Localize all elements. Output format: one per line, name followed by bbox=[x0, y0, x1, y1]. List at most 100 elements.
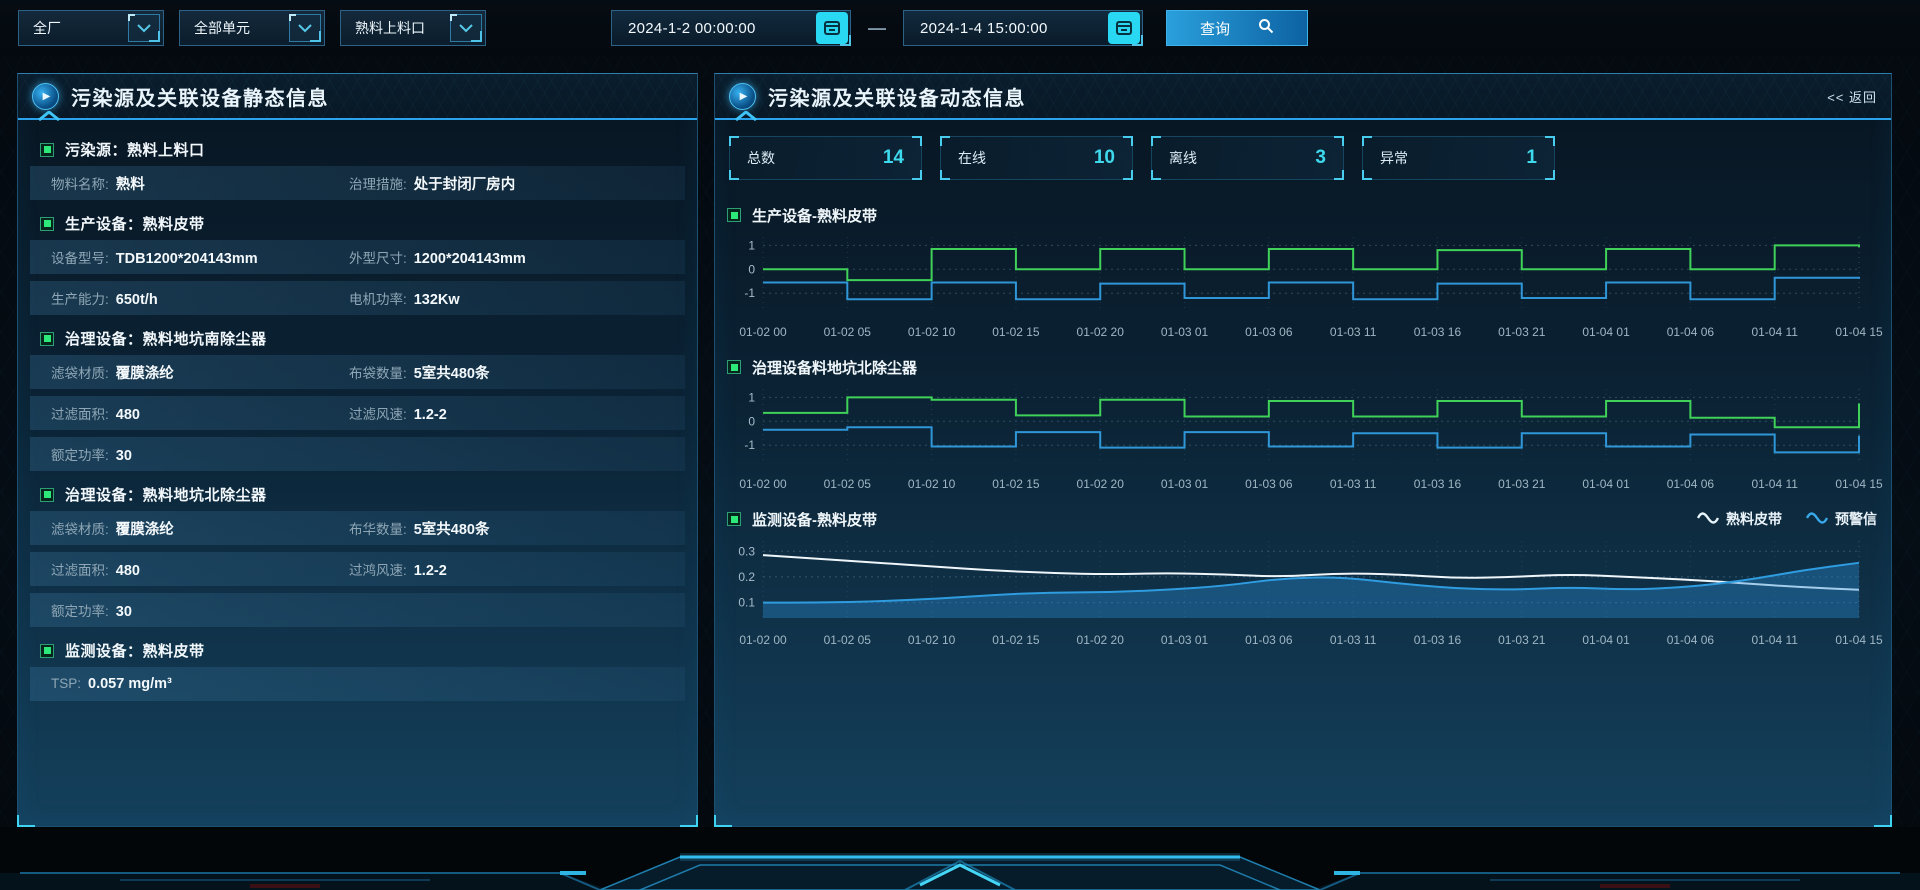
select-pollution-source-value: 熟料上料口 bbox=[341, 18, 450, 38]
svg-text:1: 1 bbox=[748, 390, 755, 404]
back-link[interactable]: << 返回 bbox=[1827, 87, 1877, 106]
stat-card: 在线10 bbox=[940, 136, 1133, 180]
static-info-header: ▶ 污染源及关联设备静态信息 bbox=[18, 74, 697, 120]
x-axis-tick-label: 01-02 15 bbox=[992, 477, 1039, 491]
info-pair: 电机功率: 132Kw bbox=[349, 288, 460, 308]
dynamic-info-panel: ▶ 污染源及关联设备动态信息 << 返回 总数14在线10离线3异常1 生产设备… bbox=[714, 73, 1892, 827]
calendar-icon[interactable] bbox=[816, 12, 848, 44]
x-axis-tick-label: 01-03 21 bbox=[1498, 633, 1545, 647]
charts-container: 生产设备-熟料皮带10-101-02 0001-02 0501-02 1001-… bbox=[727, 202, 1879, 649]
svg-text:-1: -1 bbox=[744, 438, 755, 452]
info-pair: 生产能力:650t/h bbox=[51, 288, 349, 308]
x-axis-tick-label: 01-04 06 bbox=[1667, 325, 1714, 339]
svg-text:0.3: 0.3 bbox=[738, 544, 755, 558]
chart-block-1: 生产设备-熟料皮带10-101-02 0001-02 0501-02 1001-… bbox=[727, 202, 1879, 341]
green-square-bullet-icon bbox=[727, 208, 741, 222]
legend-item[interactable]: 预警信 bbox=[1806, 509, 1877, 529]
corner-bracket-decoration bbox=[729, 136, 739, 146]
search-icon bbox=[1258, 18, 1274, 38]
x-axis-tick-label: 01-03 16 bbox=[1414, 477, 1461, 491]
start-datetime-field[interactable]: 2024-1-2 00:00:00 bbox=[611, 10, 851, 46]
select-unit[interactable]: 全部单元 bbox=[179, 10, 325, 46]
section-header-label: 污染源：熟料上料口 bbox=[65, 139, 205, 160]
svg-text:1: 1 bbox=[748, 238, 755, 252]
chart-block-3: 监测设备-熟料皮带熟料皮带预警信0.30.20.101-02 0001-02 0… bbox=[727, 506, 1879, 649]
calendar-icon[interactable] bbox=[1108, 12, 1140, 44]
top-bar: 全厂 全部单元 熟料上料口 2024-1-2 00:00:00 — 2024-1… bbox=[0, 0, 1920, 56]
info-pair: 外型尺寸:1200*204143mm bbox=[349, 247, 526, 267]
info-row: 过滤面积:480过鸿风速:1.2-2 bbox=[30, 552, 685, 586]
info-label: 滤袋材质: bbox=[51, 362, 109, 382]
header-notch-decoration bbox=[38, 108, 60, 126]
x-axis-tick-label: 01-03 11 bbox=[1330, 325, 1376, 339]
info-pair: 设备型号:TDB1200*204143mm bbox=[51, 247, 349, 267]
info-row: 滤袋材质:覆膜涤纶布袋数量:5室共480条 bbox=[30, 355, 685, 389]
info-pair: 滤袋材质:覆膜涤纶 bbox=[51, 362, 349, 383]
corner-bracket-decoration bbox=[1545, 136, 1555, 146]
info-pair: 物料名称:熟料 bbox=[51, 173, 349, 194]
section-header-label: 治理设备：熟料地坑北除尘器 bbox=[65, 484, 267, 505]
section-header: 污染源：熟料上料口 bbox=[30, 133, 685, 166]
info-label: 过鸿风速: bbox=[349, 559, 407, 579]
x-axis-tick-label: 01-04 15 bbox=[1835, 325, 1882, 339]
info-value: 处于封闭厂房内 bbox=[414, 173, 516, 194]
x-axis-tick-label: 01-03 21 bbox=[1498, 325, 1545, 339]
section-header: 监测设备：熟料皮带 bbox=[30, 634, 685, 667]
select-pollution-source[interactable]: 熟料上料口 bbox=[340, 10, 486, 46]
end-datetime-value: 2024-1-4 15:00:00 bbox=[904, 20, 1108, 37]
svg-text:-1: -1 bbox=[744, 286, 755, 300]
play-badge-icon: ▶ bbox=[32, 83, 59, 110]
x-axis-tick-label: 01-02 05 bbox=[824, 633, 871, 647]
info-label: 生产能力: bbox=[51, 288, 109, 308]
info-label: 布华数量: bbox=[349, 518, 407, 538]
x-axis-tick-label: 01-03 11 bbox=[1330, 633, 1376, 647]
play-badge-icon: ▶ bbox=[729, 83, 756, 110]
x-axis-tick-label: 01-03 01 bbox=[1161, 633, 1208, 647]
svg-text:0: 0 bbox=[748, 262, 755, 276]
static-info-body: 污染源：熟料上料口物料名称:熟料治理措施:处于封闭厂房内生产设备：熟料皮带设备型… bbox=[18, 120, 697, 701]
chart-legend: 熟料皮带 预警信 bbox=[1697, 509, 1879, 529]
x-axis-labels: 01-02 0001-02 0501-02 1001-02 1501-02 20… bbox=[727, 631, 1869, 649]
info-label: 电机功率: bbox=[349, 288, 407, 308]
info-pair: 过鸿风速:1.2-2 bbox=[349, 559, 447, 579]
section-header-label: 生产设备：熟料皮带 bbox=[65, 213, 205, 234]
info-row: 滤袋材质:覆膜涤纶布华数量:5室共480条 bbox=[30, 511, 685, 545]
stat-card: 离线3 bbox=[1151, 136, 1344, 180]
stat-label: 离线 bbox=[1169, 148, 1197, 168]
corner-bracket-decoration bbox=[1123, 170, 1133, 180]
info-pair: 过滤面积:480 bbox=[51, 559, 349, 579]
bottom-hud-decoration bbox=[0, 827, 1920, 890]
dynamic-info-title: 污染源及关联设备动态信息 bbox=[768, 82, 1026, 111]
legend-item[interactable]: 熟料皮带 bbox=[1697, 509, 1782, 529]
end-datetime-field[interactable]: 2024-1-4 15:00:00 bbox=[903, 10, 1143, 46]
info-row: 过滤面积:480过滤风速:1.2-2 bbox=[30, 396, 685, 430]
svg-text:0: 0 bbox=[748, 414, 755, 428]
info-label: 物料名称: bbox=[51, 173, 109, 193]
x-axis-labels: 01-02 0001-02 0501-02 1001-02 1501-02 20… bbox=[727, 475, 1869, 493]
chart-plot-2: 1 0 -1 bbox=[727, 383, 1869, 467]
section-header-label: 治理设备：熟料地坑南除尘器 bbox=[65, 328, 267, 349]
info-value: 480 bbox=[116, 563, 140, 579]
section-header: 治理设备：熟料地坑北除尘器 bbox=[30, 478, 685, 511]
info-value: 480 bbox=[116, 407, 140, 423]
select-plant[interactable]: 全厂 bbox=[18, 10, 164, 46]
x-axis-tick-label: 01-02 10 bbox=[908, 477, 955, 491]
info-value: 132Kw bbox=[414, 292, 460, 308]
query-button[interactable]: 查询 bbox=[1166, 10, 1308, 46]
x-axis-tick-label: 01-03 16 bbox=[1414, 325, 1461, 339]
stats-row: 总数14在线10离线3异常1 bbox=[729, 136, 1877, 180]
corner-bracket-decoration bbox=[1362, 136, 1372, 146]
corner-bracket-decoration bbox=[912, 136, 922, 146]
x-axis-tick-label: 01-02 10 bbox=[908, 325, 955, 339]
section-header: 生产设备：熟料皮带 bbox=[30, 207, 685, 240]
corner-bracket-decoration bbox=[1334, 170, 1344, 180]
x-axis-tick-label: 01-02 00 bbox=[739, 633, 786, 647]
x-axis-tick-label: 01-04 01 bbox=[1582, 477, 1629, 491]
x-axis-tick-label: 01-04 11 bbox=[1751, 633, 1797, 647]
chart-title: 监测设备-熟料皮带熟料皮带预警信 bbox=[727, 506, 1879, 532]
info-value: 0.057 mg/m³ bbox=[88, 676, 172, 692]
info-row: 生产能力:650t/h电机功率: 132Kw bbox=[30, 281, 685, 315]
x-axis-tick-label: 01-02 00 bbox=[739, 325, 786, 339]
info-value: 1200*204143mm bbox=[414, 251, 526, 267]
info-row: 额定功率:30 bbox=[30, 437, 685, 471]
